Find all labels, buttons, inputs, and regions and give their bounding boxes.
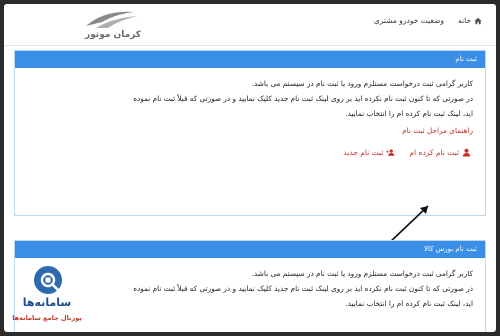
user-plus-icon	[386, 148, 395, 157]
registration-actions: ثبت نام کرده ام ثبت نام جدید	[15, 138, 485, 157]
registration-panel-title: ثبت نام	[15, 51, 485, 68]
nav-home-label: خانه	[457, 16, 471, 25]
samanehha-watermark: سامانه‌ها پورتال جامع سامانه‌ها	[10, 262, 84, 332]
watermark-logo-icon	[32, 264, 64, 296]
watermark-brand: سامانه‌ها	[22, 296, 72, 309]
registration-panel-body: کاربر گرامی ثبت درخواست مستلزم ورود یا ث…	[15, 68, 485, 138]
info-line-1: کاربر گرامی ثبت درخواست مستلزم ورود یا ث…	[251, 79, 473, 88]
watermark-subtitle: پورتال جامع سامانه‌ها	[12, 314, 82, 322]
exchange-info-line-1: کاربر گرامی ثبت درخواست مستلزم ورود یا ث…	[251, 269, 473, 278]
already-registered-button[interactable]: ثبت نام کرده ام	[409, 148, 471, 157]
logo-text: کرمان موتور	[84, 30, 142, 40]
nav-home-link[interactable]: خانه	[458, 16, 482, 25]
new-registration-button[interactable]: ثبت نام جدید	[343, 148, 395, 157]
commodity-exchange-panel: ثبت نام بورس کالا کاربر گرامی ثبت درخواس…	[14, 240, 486, 332]
nav-vehicle-status-link[interactable]: وضعیت خودرو مشتری	[374, 16, 444, 25]
nav-links: خانه وضعیت خودرو مشتری	[374, 16, 482, 25]
already-registered-label: ثبت نام کرده ام	[409, 148, 459, 157]
logo-swoosh-icon	[86, 11, 138, 28]
home-icon	[474, 17, 482, 25]
kerman-motor-logo[interactable]: کرمان موتور	[82, 8, 144, 44]
registration-guide-link[interactable]: راهنمای مراحل ثبت نام	[27, 123, 473, 138]
nav-vehicle-status-label: وضعیت خودرو مشتری	[373, 16, 444, 25]
new-registration-label: ثبت نام جدید	[343, 148, 384, 157]
info-line-2: در صورتی که تا کنون ثبت نام نکرده اید بر…	[133, 94, 473, 103]
top-navbar: کرمان موتور خانه وضعیت خودرو مشتری	[4, 4, 496, 46]
commodity-exchange-panel-body: کاربر گرامی ثبت درخواست مستلزم ورود یا ث…	[15, 258, 485, 311]
info-line-3: اید، لینک ثبت نام کرده ام را انتخاب نمای…	[345, 109, 473, 118]
registration-panel: ثبت نام کاربر گرامی ثبت درخواست مستلزم و…	[14, 50, 486, 216]
exchange-info-line-3: اید، لینک ثبت نام کرده ام را انتخاب نمای…	[345, 299, 473, 308]
exchange-info-line-2: در صورتی که تا کنون ثبت نام نکرده اید بر…	[133, 284, 473, 293]
user-icon	[462, 148, 471, 157]
page-frame: کرمان موتور خانه وضعیت خودرو مشتری ثبت ن…	[4, 4, 496, 332]
commodity-exchange-panel-title: ثبت نام بورس کالا	[15, 241, 485, 258]
